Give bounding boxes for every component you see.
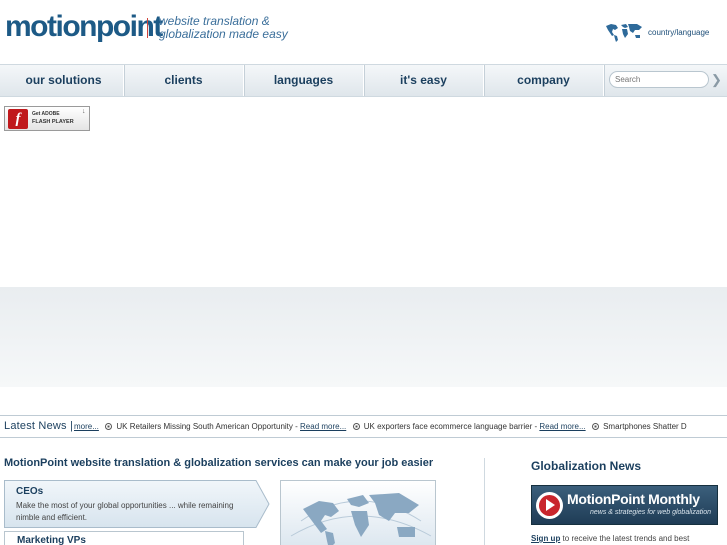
role-title: CEOs: [16, 486, 44, 497]
download-arrow-icon: ↓: [82, 108, 86, 115]
nav-item-our-solutions[interactable]: our solutions: [4, 65, 124, 96]
monthly-name: MotionPoint Monthly: [567, 491, 700, 507]
tagline: website translation & globalization made…: [159, 15, 288, 41]
flash-player-label: FLASH PLAYER: [32, 119, 74, 125]
ticker-read-more-link[interactable]: Read more...: [539, 422, 585, 431]
country-language-selector[interactable]: country/language: [604, 21, 709, 43]
ticker-track: more... UK Retailers Missing South Ameri…: [74, 422, 710, 431]
world-map-icon: [606, 24, 642, 42]
column-divider: [484, 458, 485, 545]
country-language-label: country/language: [648, 27, 710, 37]
main-title: MotionPoint website translation & global…: [4, 457, 434, 469]
play-triangle-icon: [546, 499, 555, 511]
ticker-more-link[interactable]: more...: [74, 422, 99, 431]
bullet-icon: [591, 423, 599, 430]
nav-item-languages[interactable]: languages: [244, 65, 364, 96]
globalization-news-title: Globalization News: [531, 459, 642, 473]
header: motionpoint website translation & global…: [0, 0, 727, 64]
tagline-line2: globalization made easy: [159, 27, 288, 41]
signup-link[interactable]: Sign up: [531, 534, 560, 543]
flash-logo-icon: f: [8, 109, 28, 129]
get-flash-player-button[interactable]: f Get ADOBE FLASH PLAYER ↓: [4, 106, 90, 131]
motionpoint-monthly-banner[interactable]: MotionPoint Monthly news & strategies fo…: [531, 485, 718, 525]
bullet-icon: [105, 423, 113, 430]
nav-item-clients[interactable]: clients: [124, 65, 244, 96]
search-arrow-icon[interactable]: ❯: [711, 71, 722, 88]
role-tab-marketing-vps[interactable]: Marketing VPs: [4, 531, 244, 545]
news-ticker: Latest News | more... UK Retailers Missi…: [0, 415, 727, 438]
signup-line: Sign up to receive the latest trends and…: [531, 534, 689, 543]
ticker-read-more-link[interactable]: Read more...: [300, 422, 346, 431]
ticker-item-text: UK Retailers Missing South American Oppo…: [116, 422, 301, 431]
role-description: Make the most of your global opportuniti…: [16, 501, 234, 522]
world-map-image: [280, 480, 436, 545]
signup-text: to receive the latest trends and best: [560, 534, 690, 543]
ticker-item-text: UK exporters face ecommerce language bar…: [363, 422, 540, 431]
banner-band: [0, 287, 727, 387]
globe-map-icon: [290, 493, 432, 545]
monthly-subtitle: news & strategies for web globalization: [590, 509, 712, 516]
ticker-item-text: Smartphones Shatter D: [603, 422, 687, 431]
motionpoint-logo[interactable]: motionpoint: [5, 10, 163, 44]
logo-divider: [147, 18, 148, 38]
role-tab-ceos[interactable]: CEOs Make the most of your global opport…: [4, 480, 270, 528]
main-nav: our solutions clients languages it's eas…: [0, 64, 727, 97]
nav-item-its-easy[interactable]: it's easy: [364, 65, 484, 96]
nav-item-company[interactable]: company: [484, 65, 604, 96]
flash-get-label: Get ADOBE: [32, 111, 60, 117]
bullet-icon: [352, 423, 360, 430]
ticker-label: Latest News |: [4, 420, 74, 432]
search-input[interactable]: [609, 71, 709, 88]
role-title: Marketing VPs: [17, 535, 86, 545]
